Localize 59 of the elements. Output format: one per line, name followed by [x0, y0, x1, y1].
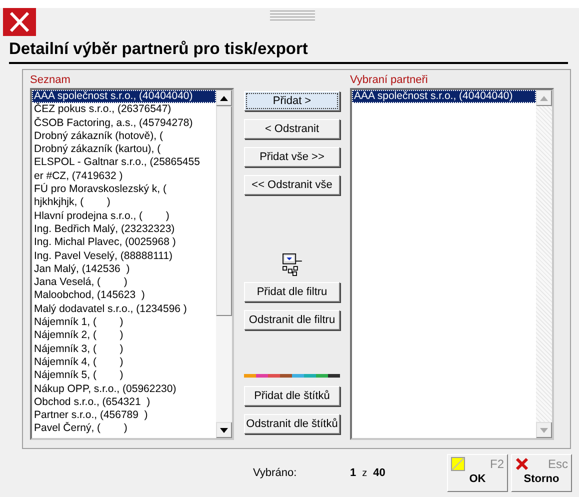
- up-arrow-icon: [540, 96, 548, 100]
- list-item[interactable]: Drobný zákazník (hotově), (: [32, 130, 216, 144]
- tag-strip-icon: [244, 374, 340, 378]
- list-item[interactable]: Ing. Michal Plavec, (0025968 ): [32, 236, 216, 250]
- down-arrow-icon: [220, 428, 228, 432]
- checkbox-icon: [451, 457, 465, 471]
- list-item[interactable]: Malý dodavatel s.r.o., (1234596 ): [32, 302, 216, 316]
- list-item[interactable]: Ing. Bedřich Malý, (23232323): [32, 222, 216, 236]
- action-button[interactable]: Přidat vše >>: [244, 147, 340, 167]
- close-icon[interactable]: [3, 8, 36, 36]
- cancel-icon: [515, 457, 529, 471]
- selected-partner-list[interactable]: AAA společnost s.r.o., (40404040): [350, 88, 554, 440]
- scroll-up-button[interactable]: [216, 90, 232, 106]
- action-button[interactable]: Přidat >: [244, 91, 340, 111]
- ok-button[interactable]: F2 OK: [447, 454, 508, 492]
- list-item[interactable]: AAA společnost s.r.o., (40404040): [352, 90, 536, 104]
- window-title: Detailní výběr partnerů pro tisk/export: [9, 40, 568, 64]
- list-item[interactable]: Maloobchod, (145623 ): [32, 289, 216, 303]
- grip-icon[interactable]: [270, 10, 315, 22]
- list-label: Vybraní partneři: [350, 74, 429, 88]
- down-arrow-icon: [540, 428, 548, 432]
- scroll-down-button[interactable]: [216, 422, 232, 438]
- up-arrow-icon: [220, 96, 228, 100]
- list-item[interactable]: er #CZ, (7419632 ): [32, 170, 216, 184]
- list-item[interactable]: FÚ pro Moravskoslezský k, (: [32, 183, 216, 196]
- list-item[interactable]: Partner s.r.o., (456789 ): [32, 409, 216, 422]
- total-count: 40: [373, 467, 386, 479]
- list-item[interactable]: Pavel Černý, ( ): [32, 422, 216, 436]
- scroll-thumb[interactable]: [216, 106, 232, 316]
- list-item[interactable]: ČEZ pokus s.r.o., (26376547): [32, 103, 216, 117]
- list-item[interactable]: Hlavní prodejna s.r.o., ( ): [32, 210, 216, 223]
- selected-count-label: Vybráno:: [253, 467, 298, 479]
- action-button[interactable]: Přidat dle filtru: [244, 282, 340, 302]
- action-button[interactable]: Odstranit dle štítků: [244, 414, 340, 434]
- list-item[interactable]: Nákup OPP, s.r.o., (05962230): [32, 382, 216, 396]
- list-item[interactable]: ELSPOL - Galtnar s.r.o., (25865455: [32, 156, 216, 170]
- partner-list[interactable]: [30, 88, 234, 440]
- list-item[interactable]: Drobný zákazník (kartou), (: [32, 143, 216, 156]
- list-item[interactable]: ČSOB Factoring, a.s., (45794278): [32, 116, 216, 130]
- action-button[interactable]: < Odstranit: [244, 119, 340, 139]
- list-item[interactable]: hjkhkjhjk, ( ): [32, 196, 216, 210]
- count-separator: z: [362, 468, 368, 478]
- list-item[interactable]: Nájemník 5, ( ): [32, 369, 216, 383]
- action-button[interactable]: << Odstranit vše: [244, 175, 340, 195]
- action-button[interactable]: Přidat dle štítků: [244, 386, 340, 406]
- action-button[interactable]: Odstranit dle filtru: [244, 310, 340, 330]
- list-item[interactable]: Nájemník 4, ( ): [32, 356, 216, 370]
- list-item[interactable]: AAA společnost s.r.o., (40404040): [32, 90, 216, 104]
- list-item[interactable]: Nájemník 1, ( ): [32, 316, 216, 330]
- list-item[interactable]: Jana Veselá, ( ): [32, 276, 216, 290]
- list-item[interactable]: Ing. Pavel Veselý, (88888111): [32, 250, 216, 263]
- list-item[interactable]: Obchod s.r.o., (654321 ): [32, 396, 216, 410]
- selected-count: 1: [350, 467, 356, 479]
- cancel-button[interactable]: Esc Storno: [511, 454, 572, 492]
- list-item[interactable]: Jan Malý, (142536 ): [32, 262, 216, 276]
- list-label: Seznam: [30, 74, 72, 88]
- list-item[interactable]: Nájemník 2, ( ): [32, 329, 216, 343]
- list-item[interactable]: Nájemník 3, ( ): [32, 342, 216, 356]
- scrollbar[interactable]: [216, 90, 232, 438]
